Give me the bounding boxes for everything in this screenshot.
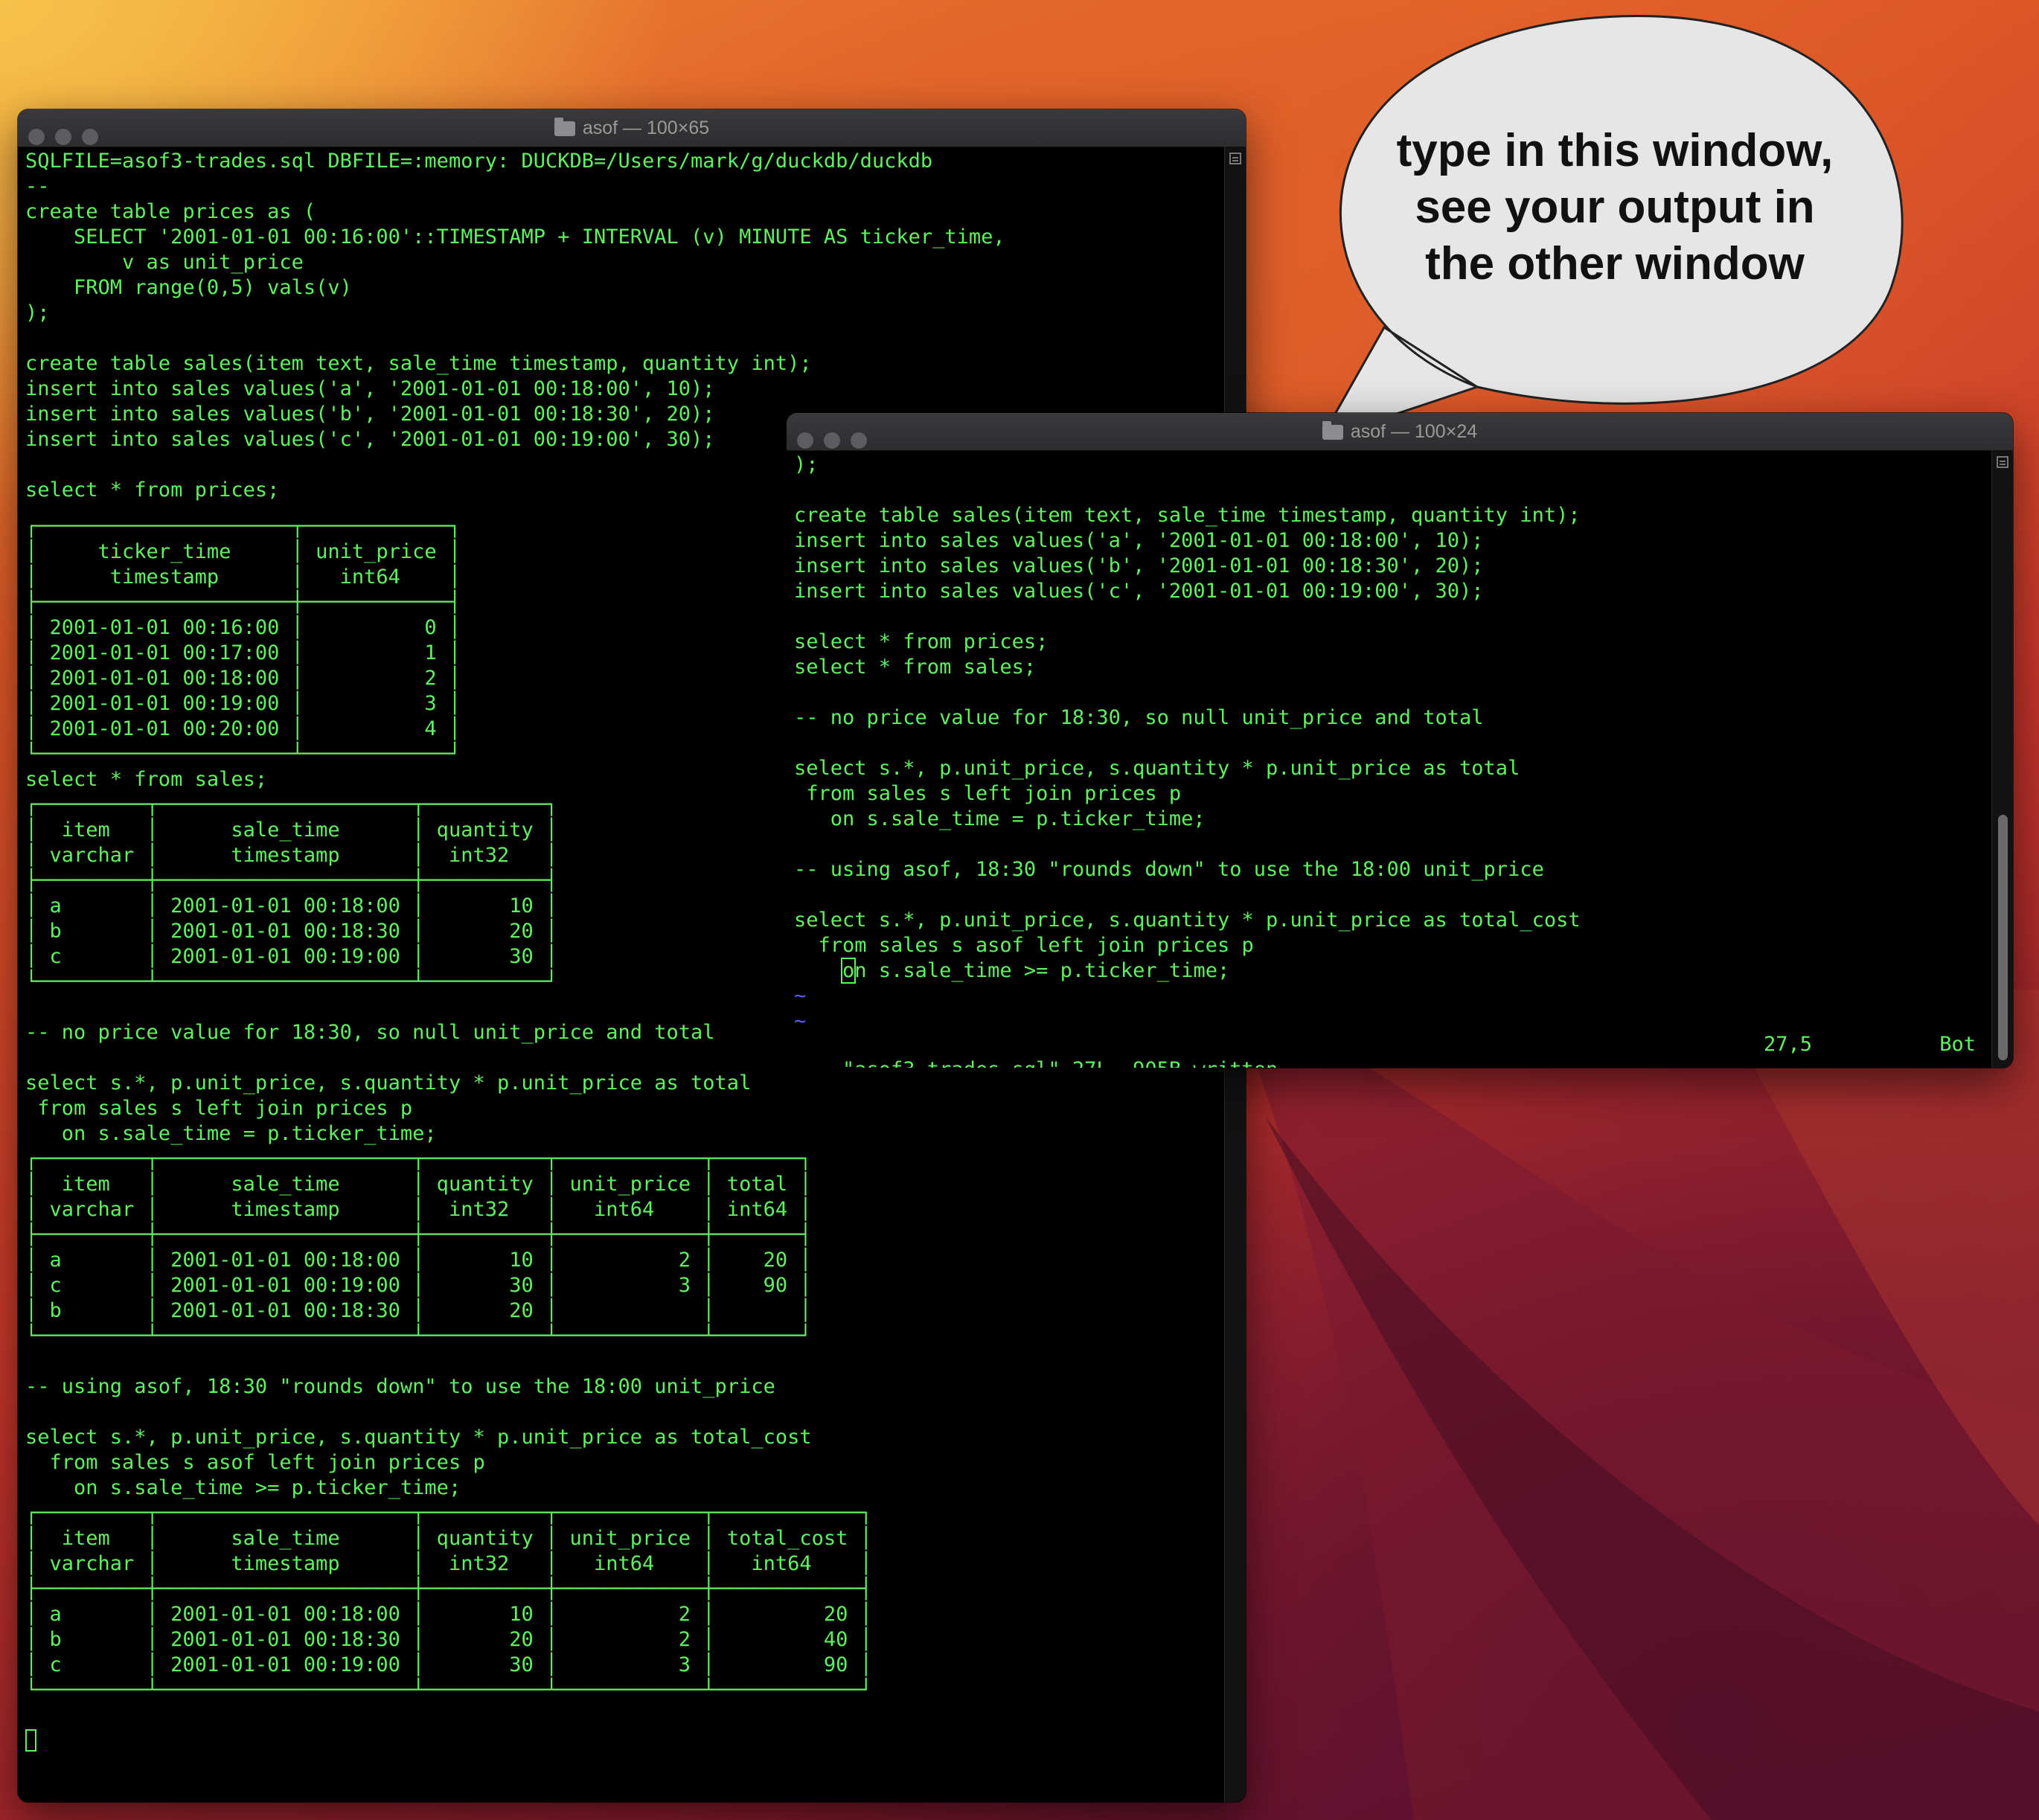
- scroll-position: Bot: [1939, 1033, 1976, 1056]
- callout-line-1: type in this window,: [1396, 125, 1834, 176]
- asof-join-result-table: ┌─────────┬─────────────────────┬───────…: [25, 1502, 872, 1702]
- minimize-button[interactable]: [55, 129, 71, 145]
- output-text-block-4: -- using asof, 18:30 "rounds down" to us…: [25, 1375, 812, 1499]
- folder-icon: [554, 118, 575, 136]
- editor-scroll-thumb[interactable]: [1998, 815, 2008, 1060]
- zoom-button[interactable]: [851, 432, 867, 449]
- terminal-cursor: [25, 1728, 1223, 1754]
- cursor-position: 27,5: [1763, 1033, 1812, 1056]
- scroll-split-icon[interactable]: [1229, 153, 1241, 164]
- minimize-button[interactable]: [824, 432, 840, 449]
- output-window-title: asof — 100×65: [582, 118, 710, 138]
- editor-code-before-cursor: ); create table sales(item text, sale_ti…: [794, 453, 1581, 957]
- editor-cursor: o: [840, 958, 857, 984]
- close-button[interactable]: [797, 432, 813, 449]
- callout-text: type in this window, see your output in …: [1317, 123, 1912, 292]
- editor-window-titlebar[interactable]: asof — 100×24: [787, 413, 2013, 451]
- left-join-result-table: ┌─────────┬─────────────────────┬───────…: [25, 1147, 812, 1348]
- editor-terminal-window[interactable]: asof — 100×24 ); create table sales(item…: [787, 413, 2013, 1068]
- close-button[interactable]: [28, 129, 45, 145]
- callout-line-2: see your output in: [1415, 182, 1815, 233]
- editor-scrollbar[interactable]: [1991, 450, 2013, 1068]
- editor-window-title: asof — 100×24: [1350, 421, 1478, 442]
- editor-code-after-cursor: n s.sale_time >= p.ticker_time;: [854, 959, 1230, 982]
- vim-editor-buffer[interactable]: ); create table sales(item text, sale_ti…: [794, 452, 1991, 1034]
- zoom-button[interactable]: [82, 129, 98, 145]
- scroll-split-icon[interactable]: [1997, 456, 2008, 468]
- empty-line-markers: ~ ~: [794, 984, 807, 1033]
- folder-icon: [1322, 421, 1343, 440]
- status-message: "asof3-trades.sql" 27L, 905B written: [842, 1058, 1278, 1068]
- output-window-titlebar[interactable]: asof — 100×65: [18, 109, 1246, 147]
- callout-line-3: the other window: [1425, 238, 1805, 289]
- vim-status-line: "asof3-trades.sql" 27L, 905B written Bot…: [794, 1032, 1976, 1068]
